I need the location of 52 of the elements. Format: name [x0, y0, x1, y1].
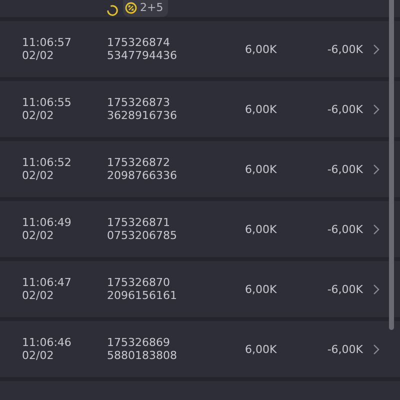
time-text: 11:06:46: [22, 336, 72, 349]
bet-amount: 6,00K: [245, 222, 278, 236]
reference-number: 3628916736: [107, 109, 178, 122]
time-text: 11:06:57: [22, 36, 72, 49]
time-text: 11:06:47: [22, 276, 72, 289]
date-text: 02/02: [22, 229, 55, 242]
round-id: 175326869: [107, 336, 171, 349]
transaction-row[interactable]: 11:06:46 02/02 175326869 5880183808 6,00K -6,00K: [0, 321, 400, 377]
date-text: 02/02: [22, 49, 55, 62]
balance-change: -6,00K: [326, 222, 363, 236]
refresh-icon: [106, 4, 119, 17]
round-id: 175326871: [107, 216, 171, 229]
transaction-row[interactable]: 11:06:49 02/02 175326871 0753206785 6,00K -6,00K: [0, 201, 400, 257]
date-text: 02/02: [22, 349, 55, 362]
transaction-row[interactable]: 11:06:55 02/02 175326873 3628916736 6,00K -6,00K: [0, 81, 400, 137]
reference-number: 2098766336: [107, 169, 178, 182]
transaction-row[interactable]: 11:06:57 02/02 175326874 5347794436 6,00K -6,00K: [0, 21, 400, 77]
transaction-row[interactable]: 11:06:47 02/02 175326870 2096156161 6,00K -6,00K: [0, 261, 400, 317]
bet-amount: 6,00K: [245, 42, 278, 56]
date-text: 02/02: [22, 109, 55, 122]
chevron-right-icon[interactable]: [373, 44, 380, 54]
balance-change: -6,00K: [326, 342, 363, 356]
chevron-right-icon[interactable]: [373, 344, 380, 354]
balance-change: -6,00K: [326, 42, 363, 56]
chevron-right-icon[interactable]: [373, 104, 380, 114]
chevron-right-icon[interactable]: [373, 164, 380, 174]
scrollbar[interactable]: [389, 0, 394, 330]
chevron-right-icon[interactable]: [373, 284, 380, 294]
coin-icon: [125, 2, 137, 14]
round-id: 175326873: [107, 96, 171, 109]
round-id: 175326872: [107, 156, 171, 169]
bet-amount: 6,00K: [245, 162, 278, 176]
time-text: 11:06:49: [22, 216, 72, 229]
reference-number: 5347794436: [107, 49, 178, 62]
bonus-count: 2+5: [140, 1, 164, 14]
time-text: 11:06:55: [22, 96, 72, 109]
balance-change: -6,00K: [326, 282, 363, 296]
round-id: 175326870: [107, 276, 171, 289]
time-text: 11:06:52: [22, 156, 72, 169]
bet-amount: 6,00K: [245, 102, 278, 116]
reference-number: 5880183808: [107, 349, 178, 362]
transaction-row[interactable]: 11:06:52 02/02 175326872 2098766336 6,00K -6,00K: [0, 141, 400, 197]
bet-amount: 6,00K: [245, 282, 278, 296]
date-text: 02/02: [22, 169, 55, 182]
chevron-right-icon[interactable]: [373, 224, 380, 234]
balance-change: -6,00K: [326, 162, 363, 176]
reference-number: 2096156161: [107, 289, 178, 302]
round-id: 175326874: [107, 36, 171, 49]
bet-amount: 6,00K: [245, 342, 278, 356]
date-text: 02/02: [22, 289, 55, 302]
reference-number: 0753206785: [107, 229, 178, 242]
balance-change: -6,00K: [326, 102, 363, 116]
